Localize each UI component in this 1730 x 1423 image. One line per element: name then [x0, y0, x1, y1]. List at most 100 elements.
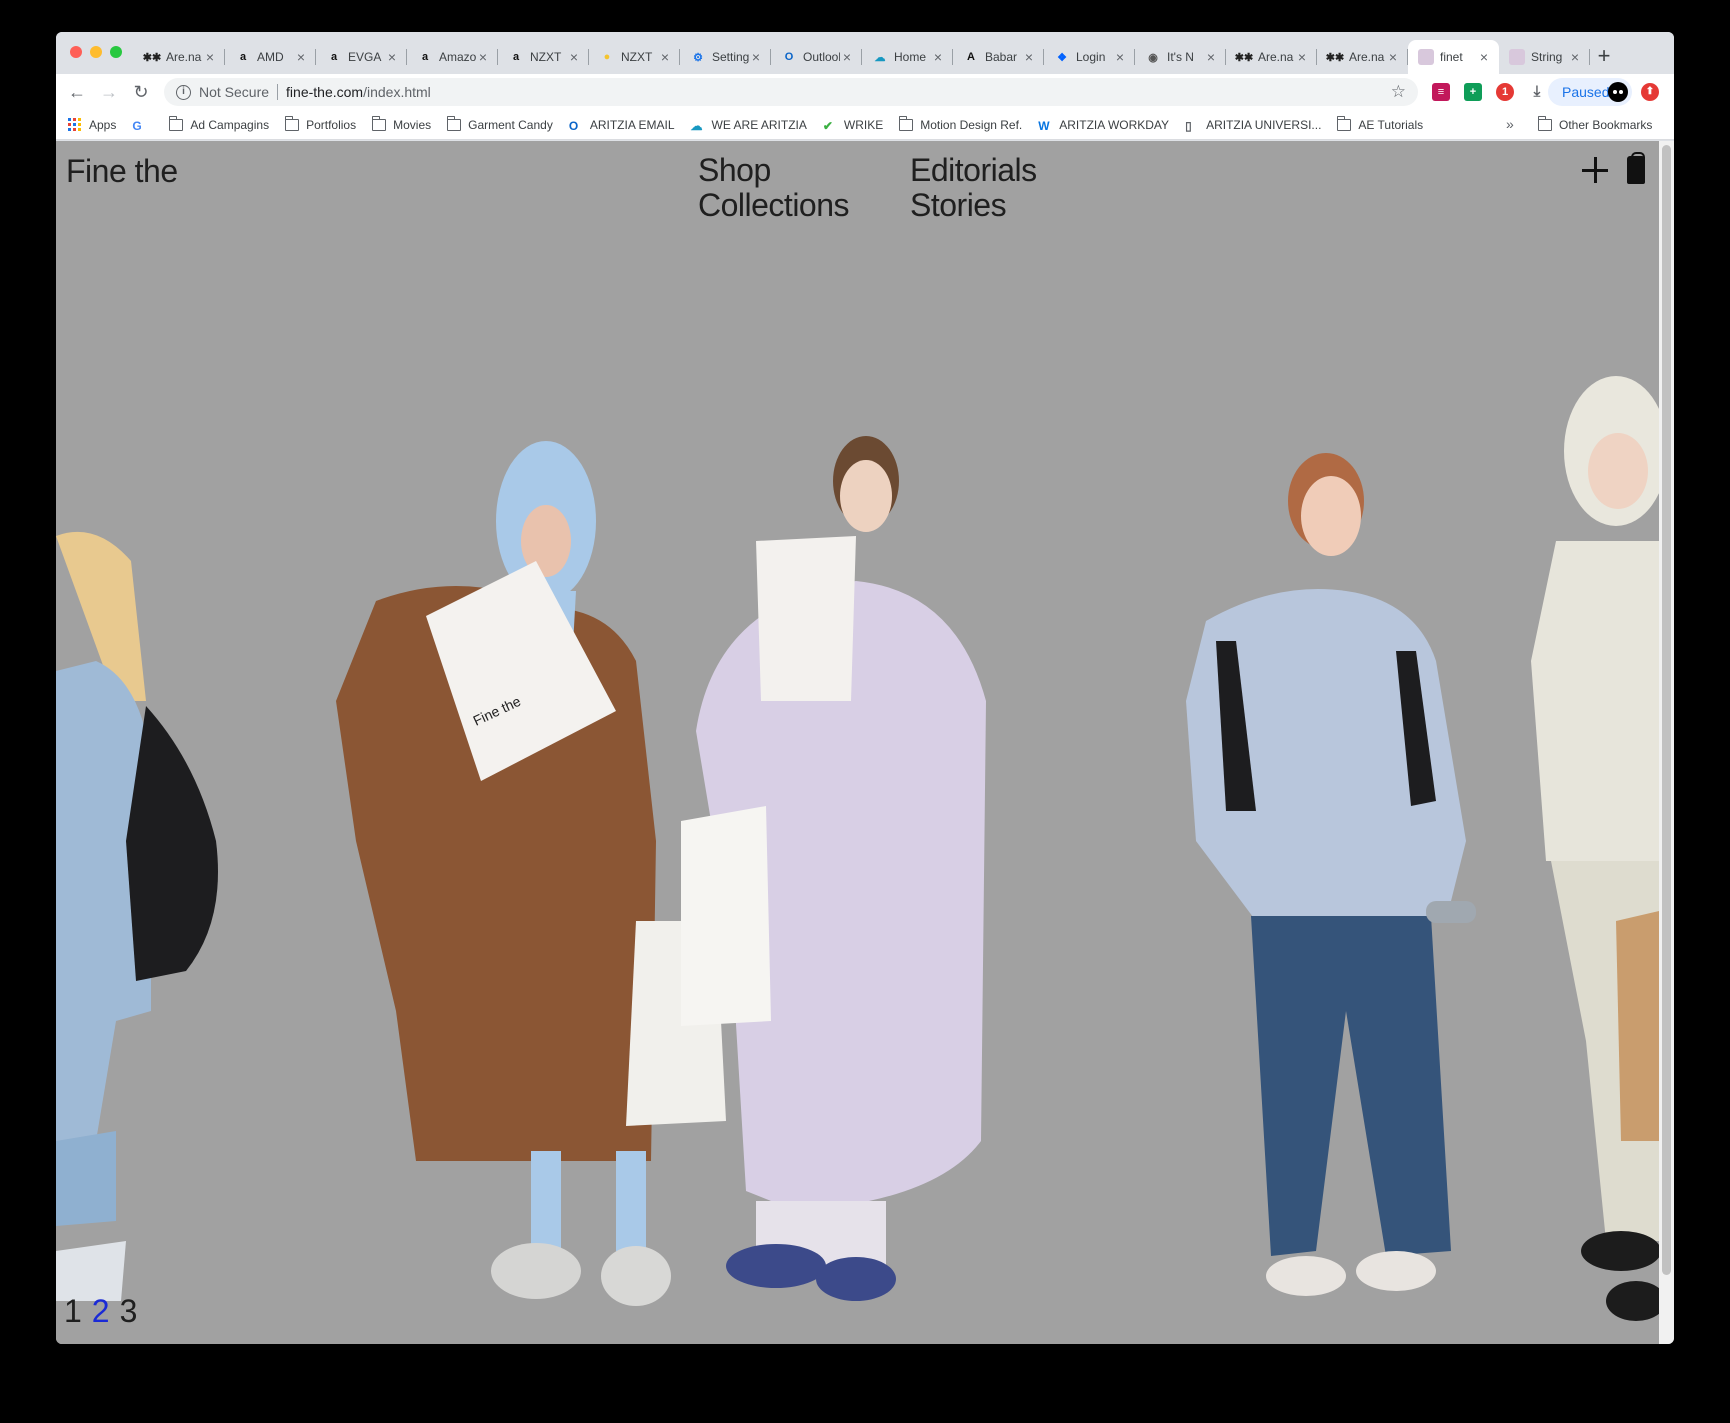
address-bar[interactable]: i Not Secure fine-the.com/index.html ☆	[164, 78, 1418, 106]
reload-icon[interactable]: ↻	[130, 81, 152, 103]
extension-alert-icon[interactable]: ⬆	[1641, 83, 1659, 101]
bookmark-item[interactable]: Ad Campagins	[169, 115, 269, 132]
pager-item-2[interactable]: 2	[92, 1293, 110, 1330]
bookmark-star-icon[interactable]: ☆	[1391, 82, 1406, 102]
bookmark-label: WE ARE ARITZIA	[711, 117, 807, 132]
tab-8[interactable]: ☁ Home ×	[862, 40, 953, 74]
close-icon[interactable]: ×	[1022, 49, 1036, 65]
tab-13[interactable]: ✱✱ Are.na ×	[1317, 40, 1408, 74]
profile-status-label: Paused	[1562, 84, 1610, 100]
bookmark-item[interactable]: G	[132, 118, 153, 133]
bookmarks-overflow-icon[interactable]: »	[1506, 116, 1514, 132]
nav-stories-link[interactable]: Stories	[910, 188, 1037, 223]
tab-4[interactable]: a NZXT ×	[498, 40, 589, 74]
editorial-photo: Fine the	[56, 376, 1659, 1321]
extension-badge-icon[interactable]: 1	[1496, 83, 1514, 101]
tab-0[interactable]: ✱✱ Are.na ×	[134, 40, 225, 74]
back-arrow-icon[interactable]: ←	[66, 81, 88, 103]
globe-icon: ◉	[1148, 51, 1158, 64]
close-icon[interactable]: ×	[931, 49, 945, 65]
close-icon[interactable]: ×	[1477, 49, 1491, 65]
tab-3[interactable]: a Amazon×	[407, 40, 498, 74]
close-icon[interactable]: ×	[749, 49, 763, 65]
close-icon[interactable]: ×	[1113, 49, 1127, 65]
bookmark-item[interactable]: Apps	[68, 117, 117, 132]
nav-collections-link[interactable]: Collections	[698, 188, 850, 223]
tab-9[interactable]: A Babar ×	[953, 40, 1044, 74]
bookmark-label: ARITZIA UNIVERSI...	[1206, 117, 1322, 132]
close-icon[interactable]: ×	[385, 49, 399, 65]
bookmark-item[interactable]: Portfolios	[285, 115, 356, 132]
close-icon[interactable]: ×	[1386, 49, 1400, 65]
close-icon[interactable]: ×	[658, 49, 672, 65]
shopping-bag-icon[interactable]	[1627, 152, 1645, 184]
close-icon[interactable]: ×	[203, 49, 217, 65]
tab-2[interactable]: a EVGA ×	[316, 40, 407, 74]
plus-icon[interactable]	[1582, 157, 1608, 183]
page-icon	[1509, 49, 1525, 65]
tab-6[interactable]: ⚙ Settings×	[680, 40, 771, 74]
bookmark-item[interactable]: Movies	[372, 115, 431, 132]
bookmark-label: Apps	[89, 117, 117, 132]
scrollbar-thumb[interactable]	[1662, 145, 1671, 1275]
new-tab-button[interactable]: +	[1592, 44, 1616, 68]
close-icon[interactable]: ×	[567, 49, 581, 65]
site-logo[interactable]: Fine the	[66, 153, 178, 190]
salesforce-icon: ☁	[690, 118, 703, 133]
model-plaid-fleece	[1186, 453, 1476, 1296]
bookmark-item[interactable]: O ARITZIA EMAIL	[569, 117, 675, 133]
close-icon[interactable]: ×	[476, 49, 490, 65]
gear-icon: ⚙	[693, 51, 703, 64]
tab-12[interactable]: ✱✱ Are.na ×	[1226, 40, 1317, 74]
other-bookmarks[interactable]: Other Bookmarks	[1538, 110, 1652, 140]
page-icon	[1418, 49, 1434, 65]
bookmark-label: ARITZIA EMAIL	[589, 117, 675, 132]
nav-shop-link[interactable]: Shop	[698, 153, 849, 188]
close-icon[interactable]: ×	[840, 49, 854, 65]
tab-strip: ✱✱Are.na×aAMD×aEVGA×aAmazon×aNZXT×●NZXT×…	[56, 32, 1674, 74]
tab-title: It's N	[1167, 50, 1194, 64]
bookmark-item[interactable]: Motion Design Ref.	[899, 115, 1023, 132]
page-scrollbar[interactable]	[1659, 141, 1674, 1344]
bookmark-item[interactable]: ✔ WRIKE	[823, 118, 883, 133]
tab-11[interactable]: ◉ It's N ×	[1135, 40, 1226, 74]
tab-title: AMD	[257, 50, 284, 64]
profile-paused-button[interactable]: Paused	[1548, 78, 1632, 106]
pager-item-3[interactable]: 3	[120, 1293, 138, 1330]
google-icon: G	[132, 118, 142, 133]
bookmark-item[interactable]: ☁ WE ARE ARITZIA	[690, 117, 807, 133]
close-icon[interactable]: ×	[294, 49, 308, 65]
bookmark-label: Motion Design Ref.	[920, 117, 1023, 132]
extension-reader-icon[interactable]: ≡	[1432, 83, 1450, 101]
workday-icon: W	[1038, 118, 1050, 133]
maximize-window-button[interactable]	[110, 46, 122, 58]
close-icon[interactable]: ×	[1568, 49, 1582, 65]
bookmark-item[interactable]: W ARITZIA WORKDAY	[1038, 117, 1170, 133]
page-icon: ▯	[1185, 118, 1192, 133]
info-icon[interactable]: i	[176, 84, 191, 100]
bookmark-item[interactable]: Garment Candy	[447, 115, 553, 132]
bookmark-item[interactable]: AE Tutorials	[1337, 115, 1423, 132]
outlook-icon: O	[784, 51, 794, 63]
close-window-button[interactable]	[70, 46, 82, 58]
close-icon[interactable]: ×	[1295, 49, 1309, 65]
tab-5[interactable]: ● NZXT ×	[589, 40, 680, 74]
pager-item-1[interactable]: 1	[64, 1293, 82, 1330]
tab-7[interactable]: O Outlook×	[771, 40, 862, 74]
close-icon[interactable]: ×	[1204, 49, 1218, 65]
amazon-icon: a	[512, 51, 520, 63]
tab-title: Are.na	[1258, 50, 1294, 64]
nav-editorials-link[interactable]: Editorials	[910, 153, 1037, 188]
minimize-window-button[interactable]	[90, 46, 102, 58]
bookmark-label: ARITZIA WORKDAY	[1059, 117, 1170, 132]
tab-10[interactable]: ❖ Login ×	[1044, 40, 1135, 74]
forward-arrow-icon[interactable]: →	[98, 81, 120, 103]
extension-plus-icon[interactable]: +	[1464, 83, 1482, 101]
tab-title: NZXT	[530, 50, 562, 64]
tab-15[interactable]: String ×	[1499, 40, 1590, 74]
tab-1[interactable]: a AMD ×	[225, 40, 316, 74]
tab-14[interactable]: finet ×	[1408, 40, 1499, 74]
bookmark-item[interactable]: ▯ ARITZIA UNIVERSI...	[1185, 117, 1322, 133]
download-icon[interactable]: ⤓	[1528, 83, 1546, 101]
coin-icon: ●	[603, 51, 611, 63]
